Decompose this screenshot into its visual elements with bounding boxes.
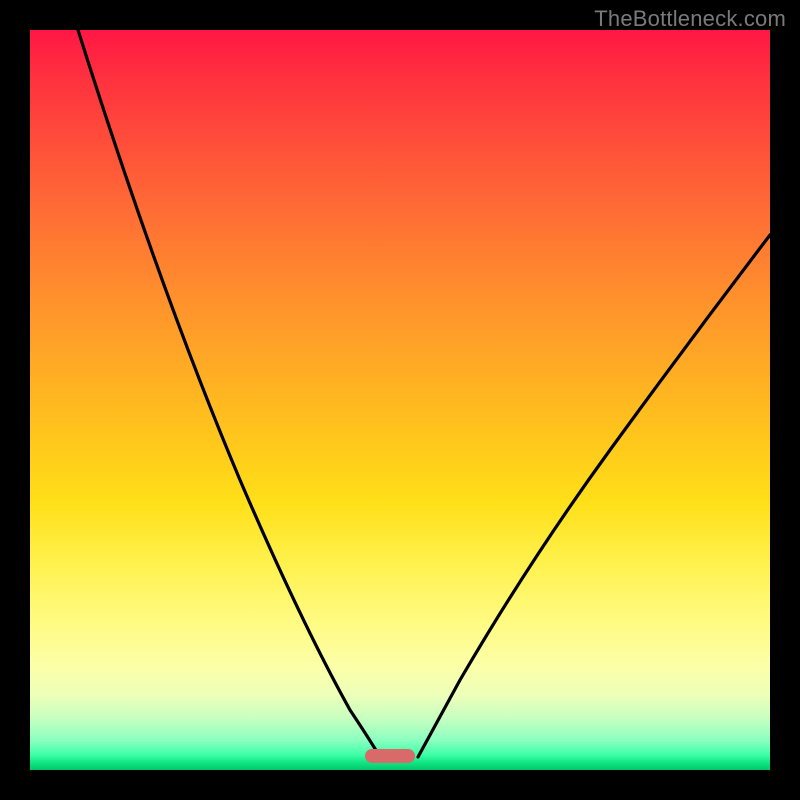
minimum-marker [365,749,415,763]
watermark-text: TheBottleneck.com [594,6,786,32]
left-curve [78,30,380,757]
plot-area [30,30,770,770]
right-curve [418,235,770,757]
curves-layer [30,30,770,770]
